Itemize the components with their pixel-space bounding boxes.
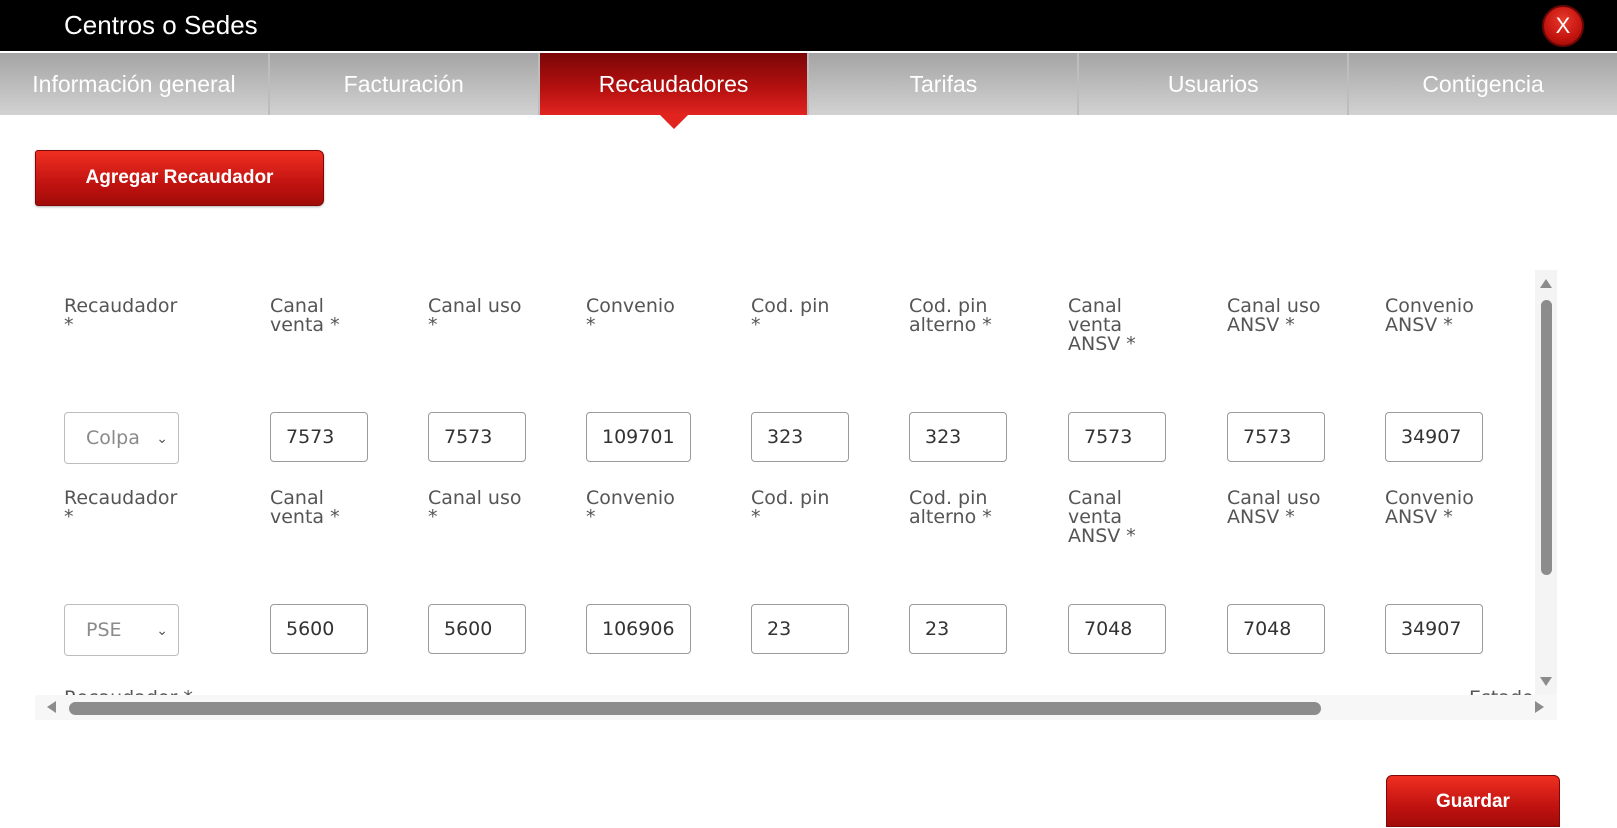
canal-venta-ansv-input[interactable]: 7048 [1068, 604, 1166, 654]
canal-venta-ansv-input[interactable]: 7573 [1068, 412, 1166, 462]
header-canal-venta-ansv: Canal venta ANSV * [1068, 295, 1136, 355]
scroll-left-icon[interactable] [47, 701, 56, 713]
tab-facturacion[interactable]: Facturación [269, 53, 540, 115]
header-convenio: Convenio * [586, 295, 675, 336]
scroll-right-icon[interactable] [1535, 701, 1544, 713]
header-canal-venta-ansv: Canal venta ANSV * [1068, 487, 1136, 547]
close-button[interactable]: X [1542, 5, 1584, 47]
tab-recaudadores[interactable]: Recaudadores [539, 53, 810, 129]
vertical-scrollbar[interactable] [1535, 270, 1557, 695]
tab-bar: Información general Facturación Recaudad… [0, 53, 1617, 129]
header-canal-venta: Canal venta * [270, 295, 340, 336]
canal-uso-input[interactable]: 5600 [428, 604, 526, 654]
window-title: Centros o Sedes [64, 10, 258, 40]
tab-contigencia[interactable]: Contigencia [1349, 53, 1617, 115]
canal-uso-ansv-input[interactable]: 7573 [1227, 412, 1325, 462]
header-convenio-ansv: Convenio ANSV * [1385, 295, 1474, 336]
chevron-down-icon: ⌄ [156, 431, 168, 447]
convenio-input[interactable]: 106906 [586, 604, 691, 654]
header-canal-uso-ansv: Canal uso ANSV * [1227, 295, 1321, 336]
window-titlebar: Centros o Sedes X [0, 0, 1617, 51]
tab-tarifas[interactable]: Tarifas [809, 53, 1080, 115]
convenio-input[interactable]: 109701 [586, 412, 691, 462]
header-cod-pin-alterno: Cod. pin alterno * [909, 487, 992, 528]
convenio-ansv-input[interactable]: 34907 [1385, 604, 1483, 654]
chevron-down-icon: ⌄ [156, 623, 168, 639]
canal-uso-ansv-input[interactable]: 7048 [1227, 604, 1325, 654]
scroll-up-icon[interactable] [1540, 279, 1552, 288]
cod-pin-input[interactable]: 323 [751, 412, 849, 462]
tab-usuarios[interactable]: Usuarios [1079, 53, 1350, 115]
tab-informacion-general[interactable]: Información general [0, 53, 270, 115]
add-recaudador-button[interactable]: Agregar Recaudador [35, 150, 324, 206]
header-recaudador: Recaudador * [64, 295, 178, 336]
vertical-scroll-thumb[interactable] [1541, 300, 1552, 575]
header-estado-partial: Estado [1469, 687, 1534, 695]
cod-pin-alterno-input[interactable]: 23 [909, 604, 1007, 654]
header-canal-uso: Canal uso * [428, 487, 522, 528]
header-convenio-ansv: Convenio ANSV * [1385, 487, 1474, 528]
recaudador-select[interactable]: Colpa ⌄ [64, 412, 179, 464]
header-cod-pin: Cod. pin * [751, 487, 830, 528]
canal-venta-input[interactable]: 7573 [270, 412, 368, 462]
header-convenio: Convenio * [586, 487, 675, 528]
cod-pin-alterno-input[interactable]: 323 [909, 412, 1007, 462]
horizontal-scrollbar[interactable] [35, 695, 1557, 720]
horizontal-scroll-thumb[interactable] [69, 702, 1321, 715]
recaudador-select[interactable]: PSE ⌄ [64, 604, 179, 656]
recaudadores-grid: Recaudador * Canal venta * Canal uso * C… [35, 270, 1535, 695]
scroll-down-icon[interactable] [1540, 677, 1552, 686]
recaudador-select-value: PSE [86, 619, 122, 641]
cod-pin-input[interactable]: 23 [751, 604, 849, 654]
header-canal-uso: Canal uso * [428, 295, 522, 336]
header-recaudador-partial: Recaudador * [64, 687, 193, 695]
header-canal-uso-ansv: Canal uso ANSV * [1227, 487, 1321, 528]
header-cod-pin-alterno: Cod. pin alterno * [909, 295, 992, 336]
recaudador-select-value: Colpa [86, 427, 140, 449]
header-canal-venta: Canal venta * [270, 487, 340, 528]
save-button[interactable]: Guardar [1386, 775, 1560, 827]
convenio-ansv-input[interactable]: 34907 [1385, 412, 1483, 462]
header-recaudador: Recaudador * [64, 487, 178, 528]
header-cod-pin: Cod. pin * [751, 295, 830, 336]
canal-uso-input[interactable]: 7573 [428, 412, 526, 462]
canal-venta-input[interactable]: 5600 [270, 604, 368, 654]
